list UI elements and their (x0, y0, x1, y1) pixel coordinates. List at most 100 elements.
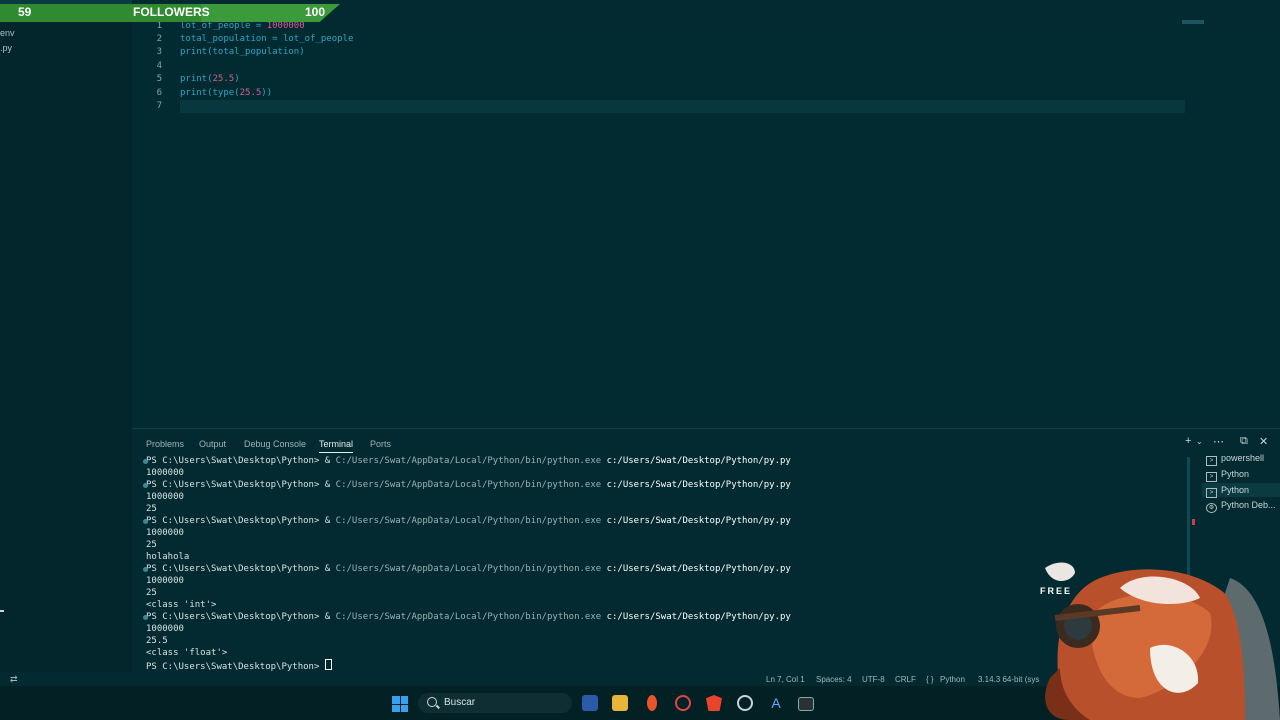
terminal-instance-powershell[interactable]: > powershell (1206, 453, 1264, 466)
command-status-dot[interactable] (143, 483, 148, 488)
tab-output[interactable]: Output (199, 439, 226, 449)
terminal-instance-label: Python Deb... (1221, 500, 1276, 510)
line-number: 6 (156, 88, 162, 98)
more-actions-icon[interactable]: ⋯ (1213, 435, 1224, 448)
line-number: 2 (156, 34, 162, 44)
script-path: c:/Users/Swat/Desktop/Python/py.py (606, 564, 791, 574)
explorer-item-file[interactable]: .py (0, 43, 12, 53)
tab-terminal[interactable]: Terminal (319, 439, 354, 453)
terminal-command-line: PS C:\Users\Swat\Desktop\Python> & C:/Us… (143, 455, 791, 467)
webcam-avatar (1045, 562, 1280, 720)
terminal-instance-python-2[interactable]: > Python (1206, 485, 1249, 498)
brave-browser-icon[interactable] (706, 695, 722, 711)
python-exe-path: C:/Users/Swat/AppData/Local/Python/bin/p… (335, 456, 602, 466)
current-line-highlight (180, 100, 1185, 113)
line-number: 4 (156, 61, 162, 71)
store-app-icon[interactable] (582, 695, 598, 711)
python-exe-path: C:/Users/Swat/AppData/Local/Python/bin/p… (335, 480, 602, 490)
free-overlay-text: FREE (1040, 586, 1073, 596)
followers-goal-bar: 59 FOLLOWERS 100 (0, 4, 340, 22)
terminal-prompt: PS C:\Users\Swat\Desktop\Python> (146, 662, 325, 672)
obs-icon[interactable] (675, 695, 691, 711)
command-status-dot[interactable] (143, 567, 148, 572)
command-status-dot[interactable] (143, 519, 148, 524)
line-number: 3 (156, 47, 162, 57)
taskbar-search-box[interactable]: Buscar (418, 693, 572, 713)
terminal-output-line: 1000000 (146, 528, 184, 538)
python-exe-path: C:/Users/Swat/AppData/Local/Python/bin/p… (335, 612, 602, 622)
code-text: print(25.5) (180, 74, 240, 84)
terminal-output-line: holahola (146, 552, 190, 562)
tab-ports[interactable]: Ports (370, 439, 391, 449)
terminal-prompt: PS C:\Users\Swat\Desktop\Python> & (146, 456, 336, 466)
command-status-dot[interactable] (143, 459, 148, 464)
close-panel-icon[interactable]: ✕ (1259, 435, 1268, 448)
followers-label: FOLLOWERS (133, 5, 210, 19)
terminal-command-line: PS C:\Users\Swat\Desktop\Python> & C:/Us… (143, 479, 791, 491)
terminal-instance-label: Python (1221, 469, 1250, 479)
terminal-output-line: <class 'float'> (146, 648, 228, 658)
minimap[interactable] (1182, 20, 1204, 24)
terminal-icon: > (1206, 488, 1217, 498)
tab-problems[interactable]: Problems (146, 439, 184, 449)
explorer-marker (0, 610, 4, 612)
status-language[interactable]: Python (940, 675, 965, 684)
terminal-output-line: 1000000 (146, 576, 184, 586)
windows-start-icon[interactable] (392, 696, 408, 712)
search-placeholder: Buscar (444, 697, 476, 708)
terminal-instance-python-debug[interactable]: ⚙ Python Deb... (1206, 500, 1276, 513)
tab-debug-console[interactable]: Debug Console (244, 439, 306, 449)
terminal-output-line: 25 (146, 540, 157, 550)
terminal-output-line: 1000000 (146, 624, 184, 634)
status-encoding[interactable]: UTF-8 (862, 675, 885, 684)
code-text: total_population = lot_of_people (180, 34, 354, 44)
terminal-instance-label: powershell (1221, 453, 1265, 463)
terminal-output[interactable]: PS C:\Users\Swat\Desktop\Python> & C:/Us… (140, 455, 1180, 673)
terminal-output-line: 25.5 (146, 636, 168, 646)
script-path: c:/Users/Swat/Desktop/Python/py.py (606, 456, 791, 466)
remote-icon[interactable]: ⇄ (10, 674, 18, 685)
explorer-sidebar: env .py (0, 0, 132, 672)
explorer-item-venv[interactable]: env (0, 28, 15, 38)
python-exe-path: C:/Users/Swat/AppData/Local/Python/bin/p… (335, 564, 602, 574)
code-text: print(total_population) (180, 47, 305, 57)
settings-app-icon[interactable] (737, 695, 753, 711)
braces-icon[interactable]: { } (926, 675, 934, 684)
app-a-icon[interactable]: A (768, 695, 784, 711)
terminal-command-line: PS C:\Users\Swat\Desktop\Python> & C:/Us… (143, 515, 791, 527)
terminal-prompt: PS C:\Users\Swat\Desktop\Python> & (146, 516, 336, 526)
terminal-prompt: PS C:\Users\Swat\Desktop\Python> & (146, 480, 336, 490)
code-text: print(type(25.5)) (180, 88, 273, 98)
code-editor[interactable]: 1 lot_of_people = 1000000 2 total_populatio… (132, 20, 1280, 420)
new-terminal-plus-icon[interactable]: + (1185, 435, 1191, 447)
terminal-command-line: PS C:\Users\Swat\Desktop\Python> & C:/Us… (143, 563, 791, 575)
search-icon (427, 697, 437, 707)
terminal-icon: > (1206, 472, 1217, 482)
terminal-command-line: PS C:\Users\Swat\Desktop\Python> & C:/Us… (143, 611, 791, 623)
terminal-prompt: PS C:\Users\Swat\Desktop\Python> & (146, 612, 336, 622)
file-explorer-icon[interactable] (612, 695, 628, 711)
terminal-final-prompt[interactable]: PS C:\Users\Swat\Desktop\Python> (146, 659, 332, 673)
status-eol[interactable]: CRLF (895, 675, 916, 684)
terminal-app-icon[interactable] (798, 697, 814, 711)
terminal-instance-python-1[interactable]: > Python (1206, 469, 1249, 482)
terminal-cursor (324, 659, 332, 670)
followers-goal: 100 (305, 5, 326, 19)
command-status-dot[interactable] (143, 615, 148, 620)
maximize-panel-icon[interactable]: ⧉ (1240, 435, 1248, 448)
status-cursor-position[interactable]: Ln 7, Col 1 (766, 675, 805, 684)
line-number: 7 (156, 101, 162, 111)
debug-gear-icon: ⚙ (1206, 503, 1217, 513)
followers-current: 59 (18, 5, 32, 19)
microphone-app-icon[interactable] (647, 695, 657, 711)
script-path: c:/Users/Swat/Desktop/Python/py.py (606, 516, 791, 526)
status-indentation[interactable]: Spaces: 4 (816, 675, 852, 684)
terminal-icon: > (1206, 456, 1217, 466)
terminal-output-line: 1000000 (146, 468, 184, 478)
python-exe-path: C:/Users/Swat/AppData/Local/Python/bin/p… (335, 516, 602, 526)
terminal-instance-label: Python (1221, 485, 1250, 495)
terminal-output-line: 1000000 (146, 492, 184, 502)
chevron-down-icon[interactable]: ⌄ (1196, 437, 1203, 446)
terminal-scroll-marker (1192, 519, 1195, 525)
terminal-output-line: 25 (146, 588, 157, 598)
